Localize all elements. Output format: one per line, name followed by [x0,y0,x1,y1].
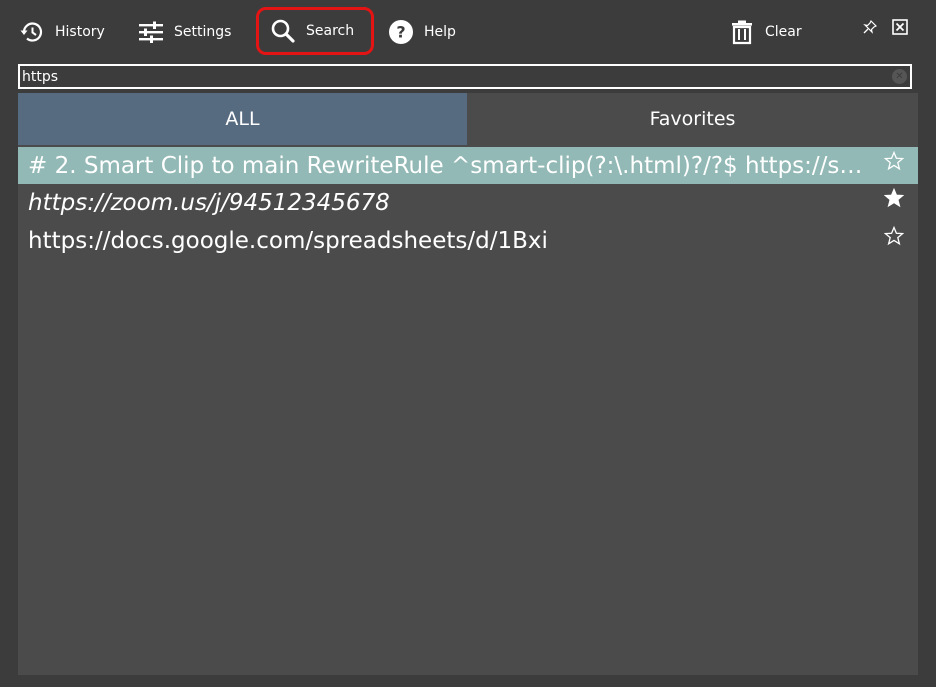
settings-label: Settings [174,24,232,40]
history-button[interactable]: History [18,10,105,54]
app-window: History Settings Search ? Help Clear htt… [0,0,936,687]
history-label: History [55,24,105,40]
close-icon[interactable] [891,18,909,36]
clear-search-icon[interactable]: ✕ [892,69,907,84]
clear-button[interactable]: Clear [728,10,802,54]
tab-favorites[interactable]: Favorites [467,93,918,145]
search-icon [269,17,297,45]
star-outline-icon[interactable] [883,225,905,246]
history-icon [18,18,46,46]
search-button[interactable]: Search [256,7,374,55]
list-item-text: https://zoom.us/j/94512345678 [28,190,390,216]
help-icon: ? [387,18,415,46]
help-button[interactable]: ? Help [387,10,456,54]
tab-bar: ALL Favorites [18,93,918,145]
content-panel: ALL Favorites # 2. Smart Clip to main Re… [18,93,918,675]
search-input[interactable] [20,66,882,87]
svg-text:?: ? [396,23,405,42]
star-outline-icon[interactable] [883,150,905,171]
list-item[interactable]: https://zoom.us/j/94512345678 [18,184,918,222]
sliders-icon [137,18,165,46]
help-label: Help [424,24,456,40]
list-item[interactable]: # 2. Smart Clip to main RewriteRule ^sma… [18,147,918,184]
list-item[interactable]: https://docs.google.com/spreadsheets/d/1… [18,222,918,260]
tab-all[interactable]: ALL [18,93,467,145]
list-item-text: https://docs.google.com/spreadsheets/d/1… [28,228,548,254]
list-item-text: # 2. Smart Clip to main RewriteRule ^sma… [28,153,868,179]
pin-icon[interactable] [861,18,879,36]
clip-list: # 2. Smart Clip to main RewriteRule ^sma… [18,147,918,260]
toolbar: History Settings Search ? Help Clear [0,0,936,62]
star-filled-icon[interactable] [883,187,905,208]
trash-icon [728,18,756,46]
search-field: ✕ [18,64,912,89]
clear-label: Clear [765,24,802,40]
search-label: Search [306,23,355,39]
settings-button[interactable]: Settings [137,10,231,54]
